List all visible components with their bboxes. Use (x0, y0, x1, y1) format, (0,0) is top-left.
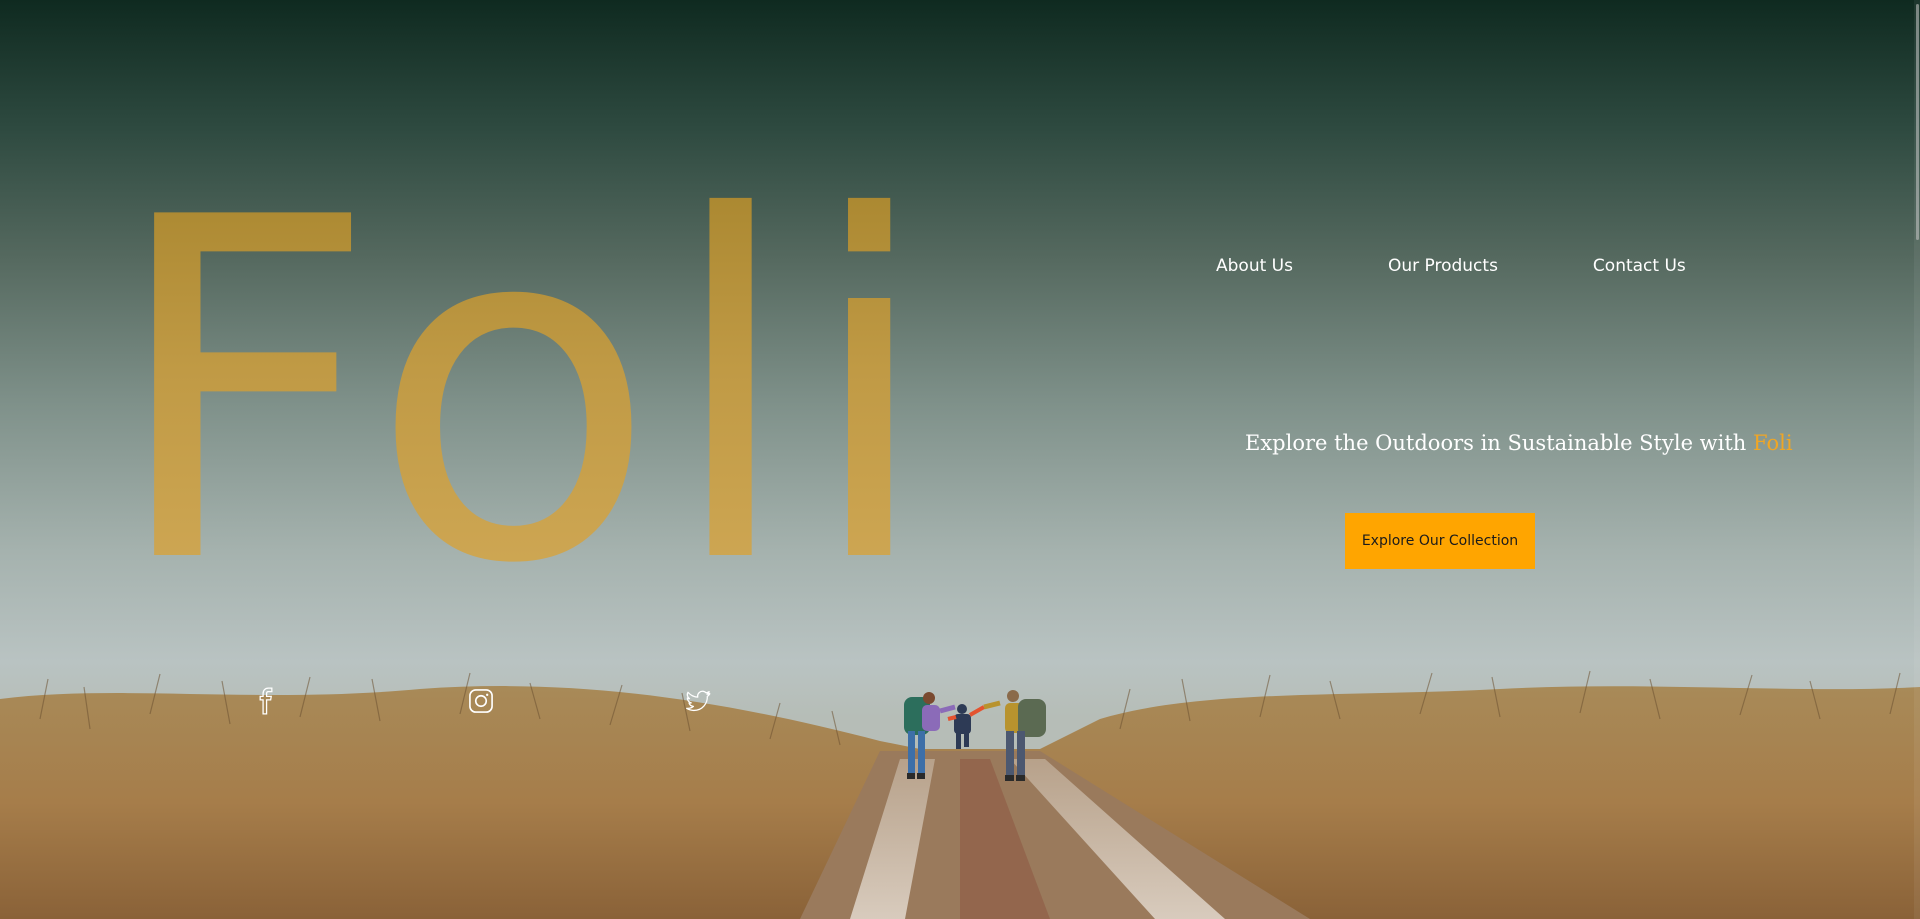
twitter-icon (686, 690, 711, 712)
nav-link-about-us[interactable]: About Us (1216, 256, 1293, 276)
facebook-link[interactable] (252, 687, 280, 715)
tagline-text: Explore the Outdoors in Sustainable Styl… (1245, 431, 1747, 455)
instagram-icon (469, 689, 493, 713)
hero-page: Foli About Us Our Products Contact Us Ex… (0, 0, 1920, 919)
tagline-brand-accent: Foli (1753, 431, 1793, 455)
main-nav: About Us Our Products Contact Us (1216, 256, 1686, 276)
facebook-icon (259, 687, 273, 715)
explore-collection-button[interactable]: Explore Our Collection (1345, 513, 1535, 569)
scrollbar-thumb[interactable] (1916, 4, 1919, 240)
twitter-link[interactable] (684, 687, 712, 715)
instagram-link[interactable] (467, 687, 495, 715)
nav-link-our-products[interactable]: Our Products (1388, 256, 1498, 276)
landscape-background (0, 659, 1920, 919)
brand-wordmark: Foli (108, 119, 943, 666)
grass-field-illustration (0, 670, 1920, 919)
scrollbar[interactable] (1914, 0, 1920, 919)
nav-link-contact-us[interactable]: Contact Us (1593, 256, 1686, 276)
hero-tagline: Explore the Outdoors in Sustainable Styl… (1245, 431, 1793, 455)
